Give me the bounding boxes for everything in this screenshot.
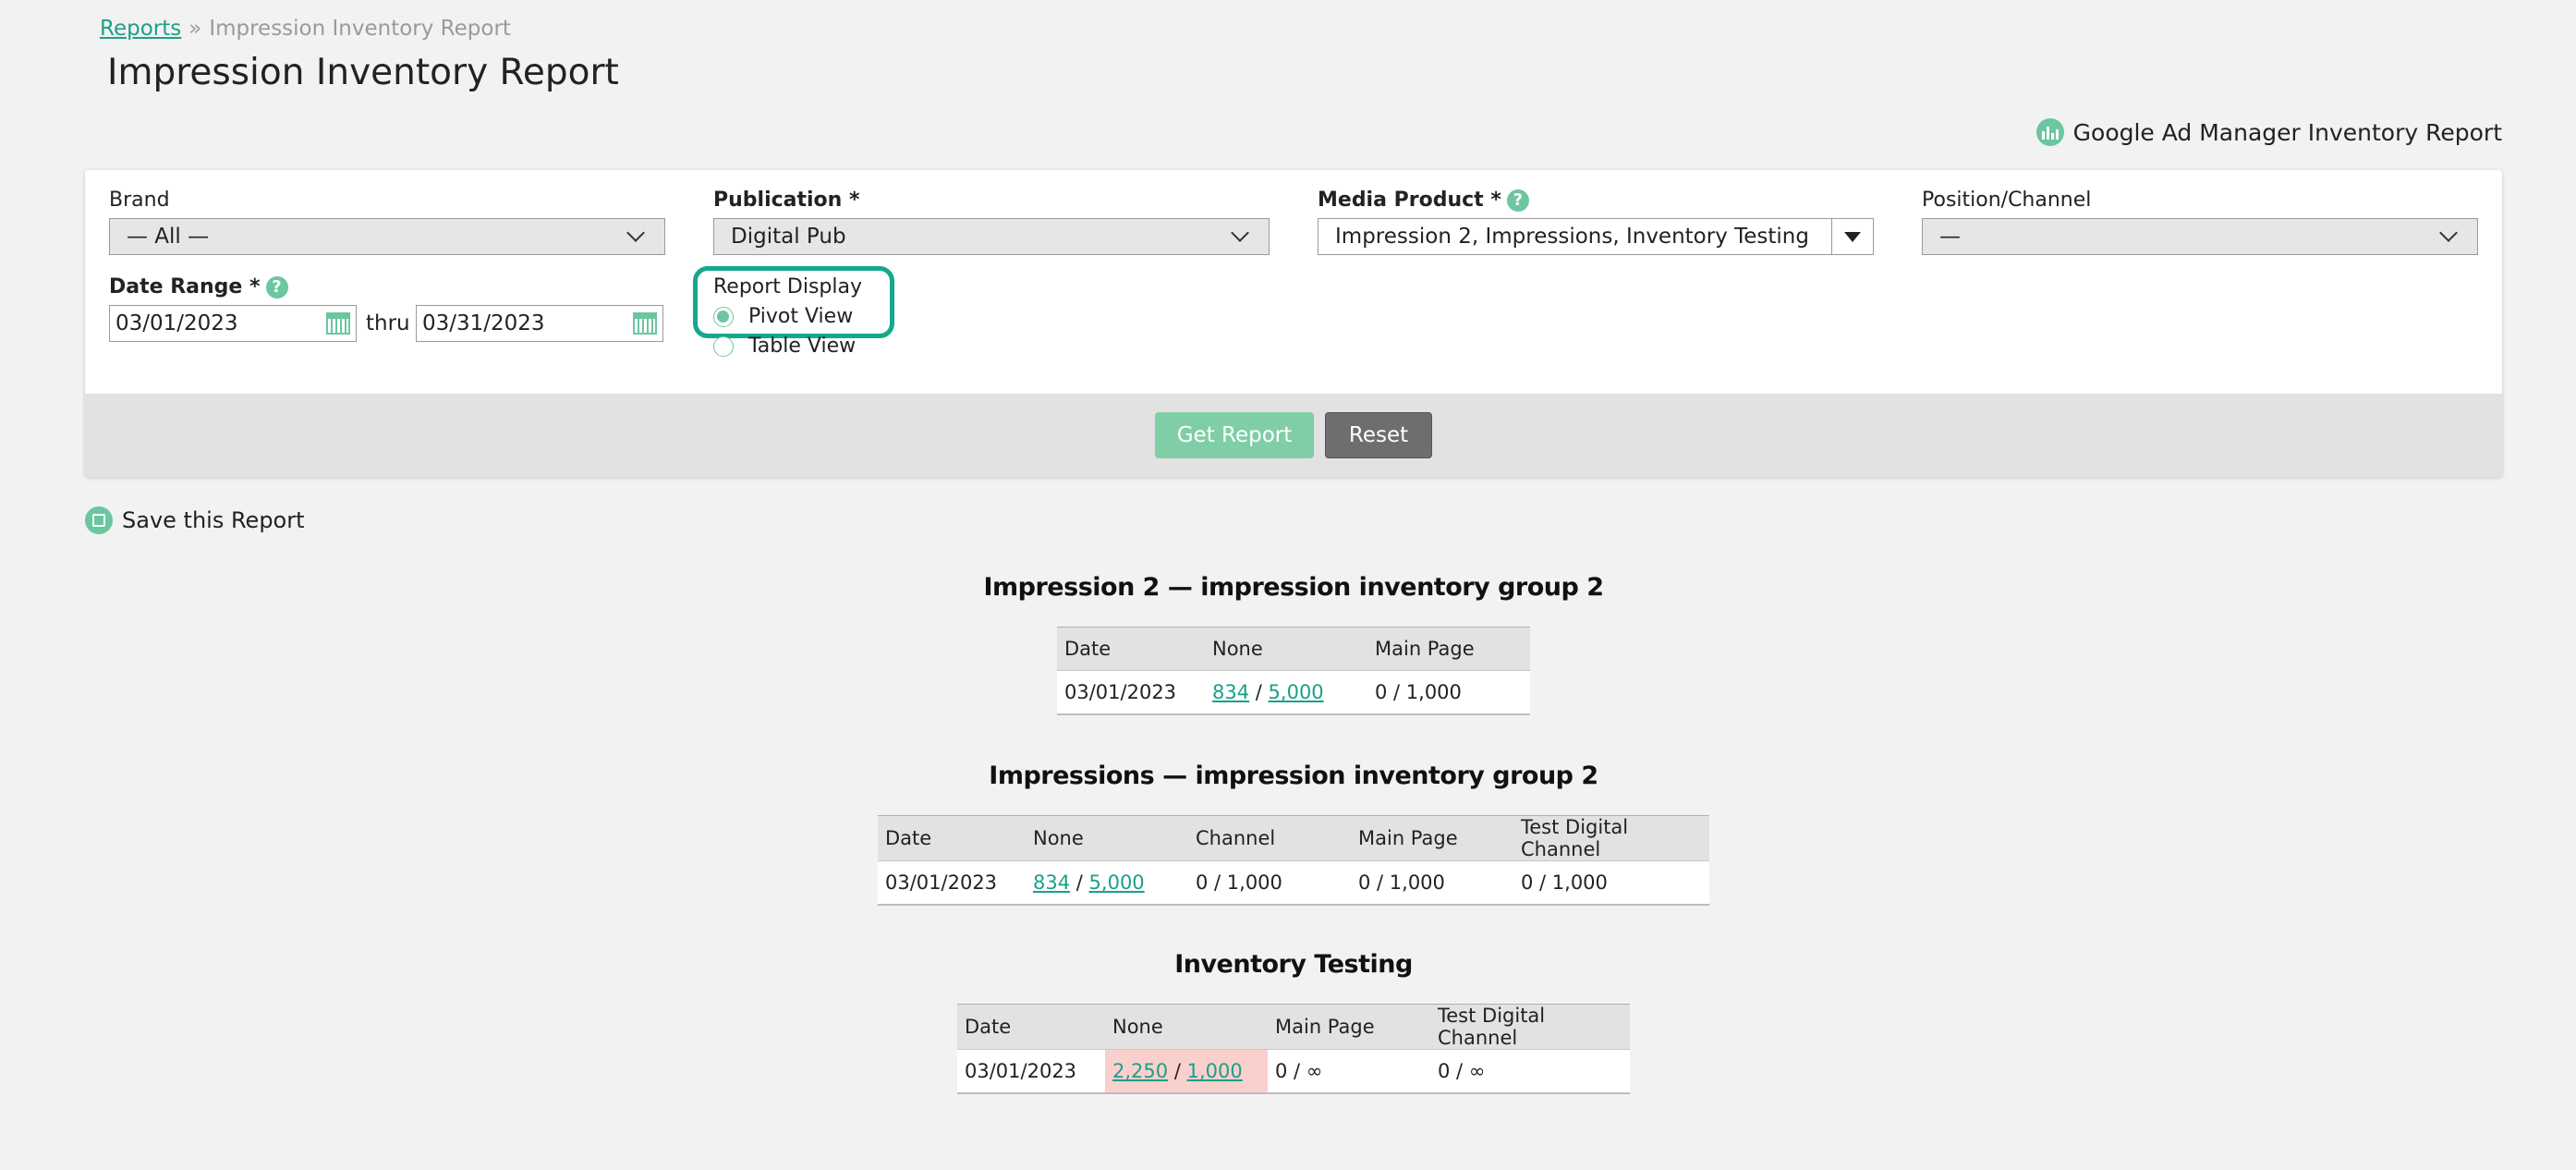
- table-title: Impression 2 — impression inventory grou…: [983, 573, 1604, 602]
- get-report-button[interactable]: Get Report: [1155, 412, 1314, 458]
- filter-panel-footer: Get Report Reset: [85, 394, 2502, 477]
- test-digital-channel-cell: 0 / ∞: [1430, 1049, 1630, 1094]
- publication-select-value: Digital Pub: [731, 225, 846, 249]
- brand-select[interactable]: — All —: [109, 218, 665, 255]
- calendar-icon[interactable]: [633, 312, 657, 335]
- total-impressions-link[interactable]: 5,000: [1269, 681, 1324, 703]
- column-header: None: [1205, 627, 1367, 671]
- column-header: Date: [1057, 627, 1205, 671]
- date-to-input[interactable]: 03/31/2023: [416, 305, 663, 342]
- help-icon[interactable]: ?: [1506, 189, 1529, 212]
- report-table-impression-2: Date None Main Page 03/01/2023 834 / 5,0…: [1057, 627, 1530, 715]
- save-report-label: Save this Report: [122, 507, 305, 533]
- report-display-label: Report Display: [713, 275, 863, 299]
- column-header: Main Page: [1351, 815, 1513, 861]
- media-product-label: Media Product *: [1318, 189, 1501, 212]
- main-page-cell: 0 / ∞: [1268, 1049, 1430, 1094]
- dropdown-toggle[interactable]: [1831, 219, 1873, 254]
- chevron-down-icon: [2439, 224, 2458, 242]
- used-impressions-link[interactable]: 834: [1033, 871, 1070, 894]
- main-page-cell: 0 / 1,000: [1367, 670, 1530, 715]
- table-row: 03/01/2023 834 / 5,000 0 / 1,000 0 / 1,0…: [878, 860, 1709, 906]
- column-header: Test Digital Channel: [1513, 815, 1709, 861]
- date-cell: 03/01/2023: [1057, 670, 1205, 715]
- value-separator: /: [1075, 871, 1083, 894]
- gam-inventory-report-link[interactable]: Google Ad Manager Inventory Report: [2035, 118, 2502, 146]
- radio-table-view[interactable]: Table View: [713, 335, 856, 358]
- brand-label: Brand: [109, 189, 170, 212]
- gam-link-label: Google Ad Manager Inventory Report: [2072, 118, 2502, 146]
- save-report-link[interactable]: Save this Report: [85, 506, 305, 534]
- pivot-view-label: Pivot View: [748, 305, 854, 328]
- calendar-icon[interactable]: [326, 312, 350, 335]
- table-title: Impressions — impression inventory group…: [989, 762, 1598, 790]
- table-header-row: Date None Main Page: [1057, 627, 1530, 671]
- total-impressions-link[interactable]: 1,000: [1187, 1060, 1243, 1082]
- column-header: None: [1026, 815, 1188, 861]
- value-separator: /: [1255, 681, 1262, 703]
- breadcrumb: Reports » Impression Inventory Report: [100, 17, 511, 41]
- value-separator: /: [1173, 1060, 1181, 1082]
- total-impressions-link[interactable]: 5,000: [1089, 871, 1145, 894]
- chart-icon: [2035, 118, 2064, 146]
- none-cell-over-limit: 2,250 / 1,000: [1105, 1049, 1268, 1094]
- brand-select-value: — All —: [127, 225, 210, 249]
- date-to-value: 03/31/2023: [422, 311, 545, 335]
- column-header: None: [1105, 1004, 1268, 1050]
- none-cell: 834 / 5,000: [1205, 670, 1367, 715]
- table-header-row: Date None Channel Main Page Test Digital…: [878, 815, 1709, 861]
- table-view-label: Table View: [748, 335, 857, 358]
- breadcrumb-current: Impression Inventory Report: [209, 17, 511, 41]
- help-icon[interactable]: ?: [265, 276, 288, 299]
- date-cell: 03/01/2023: [878, 860, 1026, 906]
- column-header: Main Page: [1268, 1004, 1430, 1050]
- publication-label: Publication *: [713, 189, 860, 212]
- radio-pivot-view[interactable]: Pivot View: [713, 305, 853, 328]
- none-cell: 834 / 5,000: [1026, 860, 1188, 906]
- column-header: Main Page: [1367, 627, 1530, 671]
- save-icon: [85, 506, 113, 534]
- test-digital-channel-cell: 0 / 1,000: [1513, 860, 1709, 906]
- media-product-select[interactable]: Impression 2, Impressions, Inventory Tes…: [1318, 218, 1874, 255]
- report-table-impressions: Date None Channel Main Page Test Digital…: [878, 815, 1709, 906]
- date-cell: 03/01/2023: [957, 1049, 1105, 1094]
- channel-cell: 0 / 1,000: [1188, 860, 1351, 906]
- position-select-value: —: [1939, 225, 1961, 249]
- thru-label: thru: [366, 311, 410, 335]
- date-range-label: Date Range *: [109, 275, 261, 299]
- media-product-select-value: Impression 2, Impressions, Inventory Tes…: [1335, 225, 1809, 249]
- column-header: Date: [957, 1004, 1105, 1050]
- used-impressions-link[interactable]: 834: [1212, 681, 1249, 703]
- table-row: 03/01/2023 834 / 5,000 0 / 1,000: [1057, 670, 1530, 715]
- position-select[interactable]: —: [1922, 218, 2478, 255]
- column-header: Channel: [1188, 815, 1351, 861]
- table-title: Inventory Testing: [1174, 950, 1413, 979]
- triangle-down-icon: [1844, 231, 1861, 242]
- breadcrumb-reports-link[interactable]: Reports: [100, 17, 181, 41]
- date-from-input[interactable]: 03/01/2023: [109, 305, 357, 342]
- main-page-cell: 0 / 1,000: [1351, 860, 1513, 906]
- table-header-row: Date None Main Page Test Digital Channel: [957, 1004, 1630, 1050]
- table-row: 03/01/2023 2,250 / 1,000 0 / ∞ 0 / ∞: [957, 1049, 1630, 1094]
- chevron-down-icon: [1231, 224, 1249, 242]
- column-header: Test Digital Channel: [1430, 1004, 1630, 1050]
- reset-button[interactable]: Reset: [1325, 412, 1432, 458]
- radio-button[interactable]: [713, 335, 734, 357]
- radio-button-selected[interactable]: [713, 306, 734, 327]
- used-impressions-link[interactable]: 2,250: [1112, 1060, 1168, 1082]
- report-table-inventory-testing: Date None Main Page Test Digital Channel…: [957, 1004, 1630, 1094]
- page-title: Impression Inventory Report: [107, 52, 619, 93]
- column-header: Date: [878, 815, 1026, 861]
- filter-panel: Brand — All — Publication * Digital Pub …: [85, 170, 2502, 477]
- date-from-value: 03/01/2023: [115, 311, 238, 335]
- breadcrumb-separator: »: [188, 17, 202, 41]
- position-label: Position/Channel: [1922, 189, 2092, 212]
- publication-select[interactable]: Digital Pub: [713, 218, 1270, 255]
- chevron-down-icon: [626, 224, 645, 242]
